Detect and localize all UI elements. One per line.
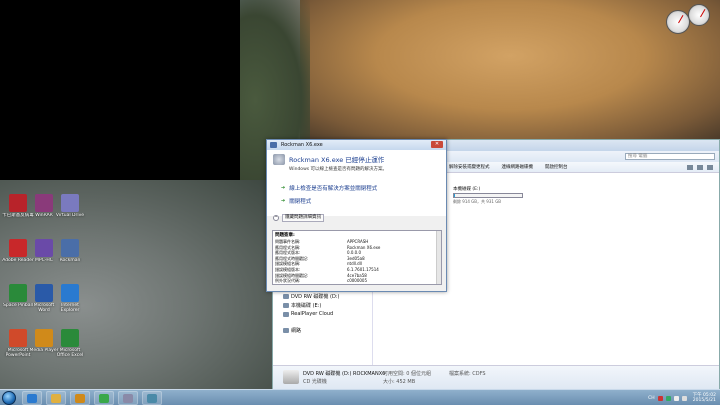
program-icon [273, 154, 285, 165]
check-online-solution-option[interactable]: ➔ 線上檢查是否有解決方案並關閉程式 [281, 184, 377, 192]
toolbar-uninstall-button[interactable]: 解除安裝或變更程式 [449, 164, 490, 170]
taskbar: CH 下午 05:02 2015/5/21 [0, 389, 720, 405]
details-size: 大小: 452 MB [383, 379, 416, 385]
disk-icon [283, 303, 289, 308]
winrar-icon [35, 194, 53, 212]
nav-item-dvd-drive[interactable]: DVD RW 磁碟機 (D:) [283, 293, 339, 300]
view-options [687, 164, 713, 170]
dialog-title: Rockman X6.exe [281, 142, 323, 148]
preview-pane-icon[interactable] [697, 164, 703, 170]
dialog-main: Rockman X6.exe 已經停止運作 Windows 可以線上檢查是否有問… [267, 150, 446, 216]
rockman-icon [61, 239, 79, 257]
details-scrollbar[interactable] [436, 231, 441, 284]
volume-tray-icon[interactable] [681, 395, 687, 401]
search-input[interactable]: 搜尋 電腦 [625, 153, 715, 160]
drive-tile-local-disk-e[interactable]: 本機磁碟 (E:) 剩餘 914 GB，共 931 GB [453, 186, 533, 205]
word-icon [35, 284, 53, 302]
network-icon [283, 328, 289, 333]
system-tray: CH 下午 05:02 2015/5/21 [648, 390, 720, 405]
dvd-drive-icon [283, 294, 289, 299]
details-header: 問題簽章: [275, 233, 295, 238]
language-indicator[interactable]: CH [648, 396, 655, 401]
explorer-taskbar-button[interactable] [46, 391, 66, 405]
close-button[interactable]: ✕ [431, 141, 443, 148]
dialog-titlebar[interactable]: Rockman X6.exe ✕ [267, 140, 446, 150]
chrome-taskbar-button[interactable] [94, 391, 114, 405]
black-region [0, 0, 240, 180]
excel-shortcut[interactable]: Microsoft Office Excel [54, 329, 86, 358]
rockman-icon [123, 394, 133, 403]
hide-details-toggle[interactable]: ⌃ 隱藏問題詳細資訊 [273, 214, 324, 222]
dvd-drive-large-icon [283, 370, 299, 384]
chrome-icon [99, 394, 109, 403]
help-icon[interactable] [707, 164, 713, 170]
ie-taskbar-button[interactable] [22, 391, 42, 405]
details-row: 例外狀況代碼: c0000005 [275, 278, 368, 284]
view-menu-icon[interactable] [687, 164, 693, 170]
details-pane: DVD RW 磁碟機 (D:) ROCKMANX6 CD 光碟機 可用空間: 0… [273, 365, 719, 389]
app-icon [270, 142, 277, 148]
dialog-description: Windows 可以線上檢查是否有問題的解決方案。 [289, 167, 388, 172]
details-used: 可用空間: 0 個位元組 [383, 371, 432, 377]
drive-free-space: 剩餘 914 GB，共 931 GB [453, 199, 502, 204]
ie-icon [61, 284, 79, 302]
nav-item-network[interactable]: 網路 [283, 327, 301, 334]
monitor-icon [147, 394, 157, 403]
cpu-gauge-icon [666, 10, 690, 34]
media-icon [75, 394, 85, 403]
details-filesystem: 檔案系統: CDFS [449, 371, 486, 377]
arrow-right-icon: ➔ [281, 198, 286, 204]
excel-icon [61, 329, 79, 347]
mpc-icon [35, 239, 53, 257]
crash-dialog[interactable]: Rockman X6.exe ✕ Rockman X6.exe 已經停止運作 W… [266, 139, 447, 292]
drive-name: 本機磁碟 (E:) [453, 187, 481, 192]
toolbar-control-panel-button[interactable]: 開啟控制台 [545, 164, 568, 170]
explorer-icon [51, 394, 61, 403]
kaspersky-icon [9, 194, 27, 212]
virtualdrive-shortcut[interactable]: Virtual Drive [54, 194, 86, 223]
problem-details-box[interactable]: 問題簽章: 問題事件名稱: APPCRASH 應用程式名稱: Rockman X6.e… [272, 230, 442, 285]
memory-gauge-icon [688, 4, 710, 26]
virtualdrive-icon [61, 194, 79, 212]
chevron-up-icon: ⌃ [273, 215, 279, 221]
details-type: CD 光碟機 [303, 379, 327, 385]
details-title: DVD RW 磁碟機 (D:) ROCKMANX6 [303, 371, 386, 377]
dialog-heading: Rockman X6.exe 已經停止運作 [289, 156, 385, 164]
close-program-option[interactable]: ➔ 關閉程式 [281, 197, 311, 205]
nav-item-realplayer-cloud[interactable]: RealPlayer Cloud [283, 311, 333, 317]
network-tray-icon[interactable] [673, 395, 679, 401]
toolbar-map-drive-button[interactable]: 連線網路磁碟機 [502, 164, 534, 170]
arrow-right-icon: ➔ [281, 185, 286, 191]
rockman-taskbar-button[interactable] [118, 391, 138, 405]
pinball-icon [9, 284, 27, 302]
ie-shortcut[interactable]: Internet Explorer [54, 284, 86, 313]
wallpaper-cliff [300, 0, 720, 140]
cloud-icon [283, 311, 289, 317]
drive-usage-bar [453, 193, 523, 198]
antivirus-tray-icon[interactable] [657, 395, 663, 401]
media-taskbar-button[interactable] [70, 391, 90, 405]
clock[interactable]: 下午 05:02 2015/5/21 [693, 393, 716, 403]
powerpoint-icon [9, 329, 27, 347]
monitor-taskbar-button[interactable] [142, 391, 162, 405]
cpu-meter-gadget[interactable] [666, 4, 716, 38]
update-tray-icon[interactable] [665, 395, 671, 401]
acrobat-icon [9, 239, 27, 257]
start-button[interactable] [2, 391, 16, 405]
nav-item-local-disk-e[interactable]: 本機磁碟 (E:) [283, 302, 321, 309]
ie-icon [27, 394, 37, 403]
media-icon [35, 329, 53, 347]
rockman-shortcut[interactable]: Rockman [54, 239, 86, 268]
